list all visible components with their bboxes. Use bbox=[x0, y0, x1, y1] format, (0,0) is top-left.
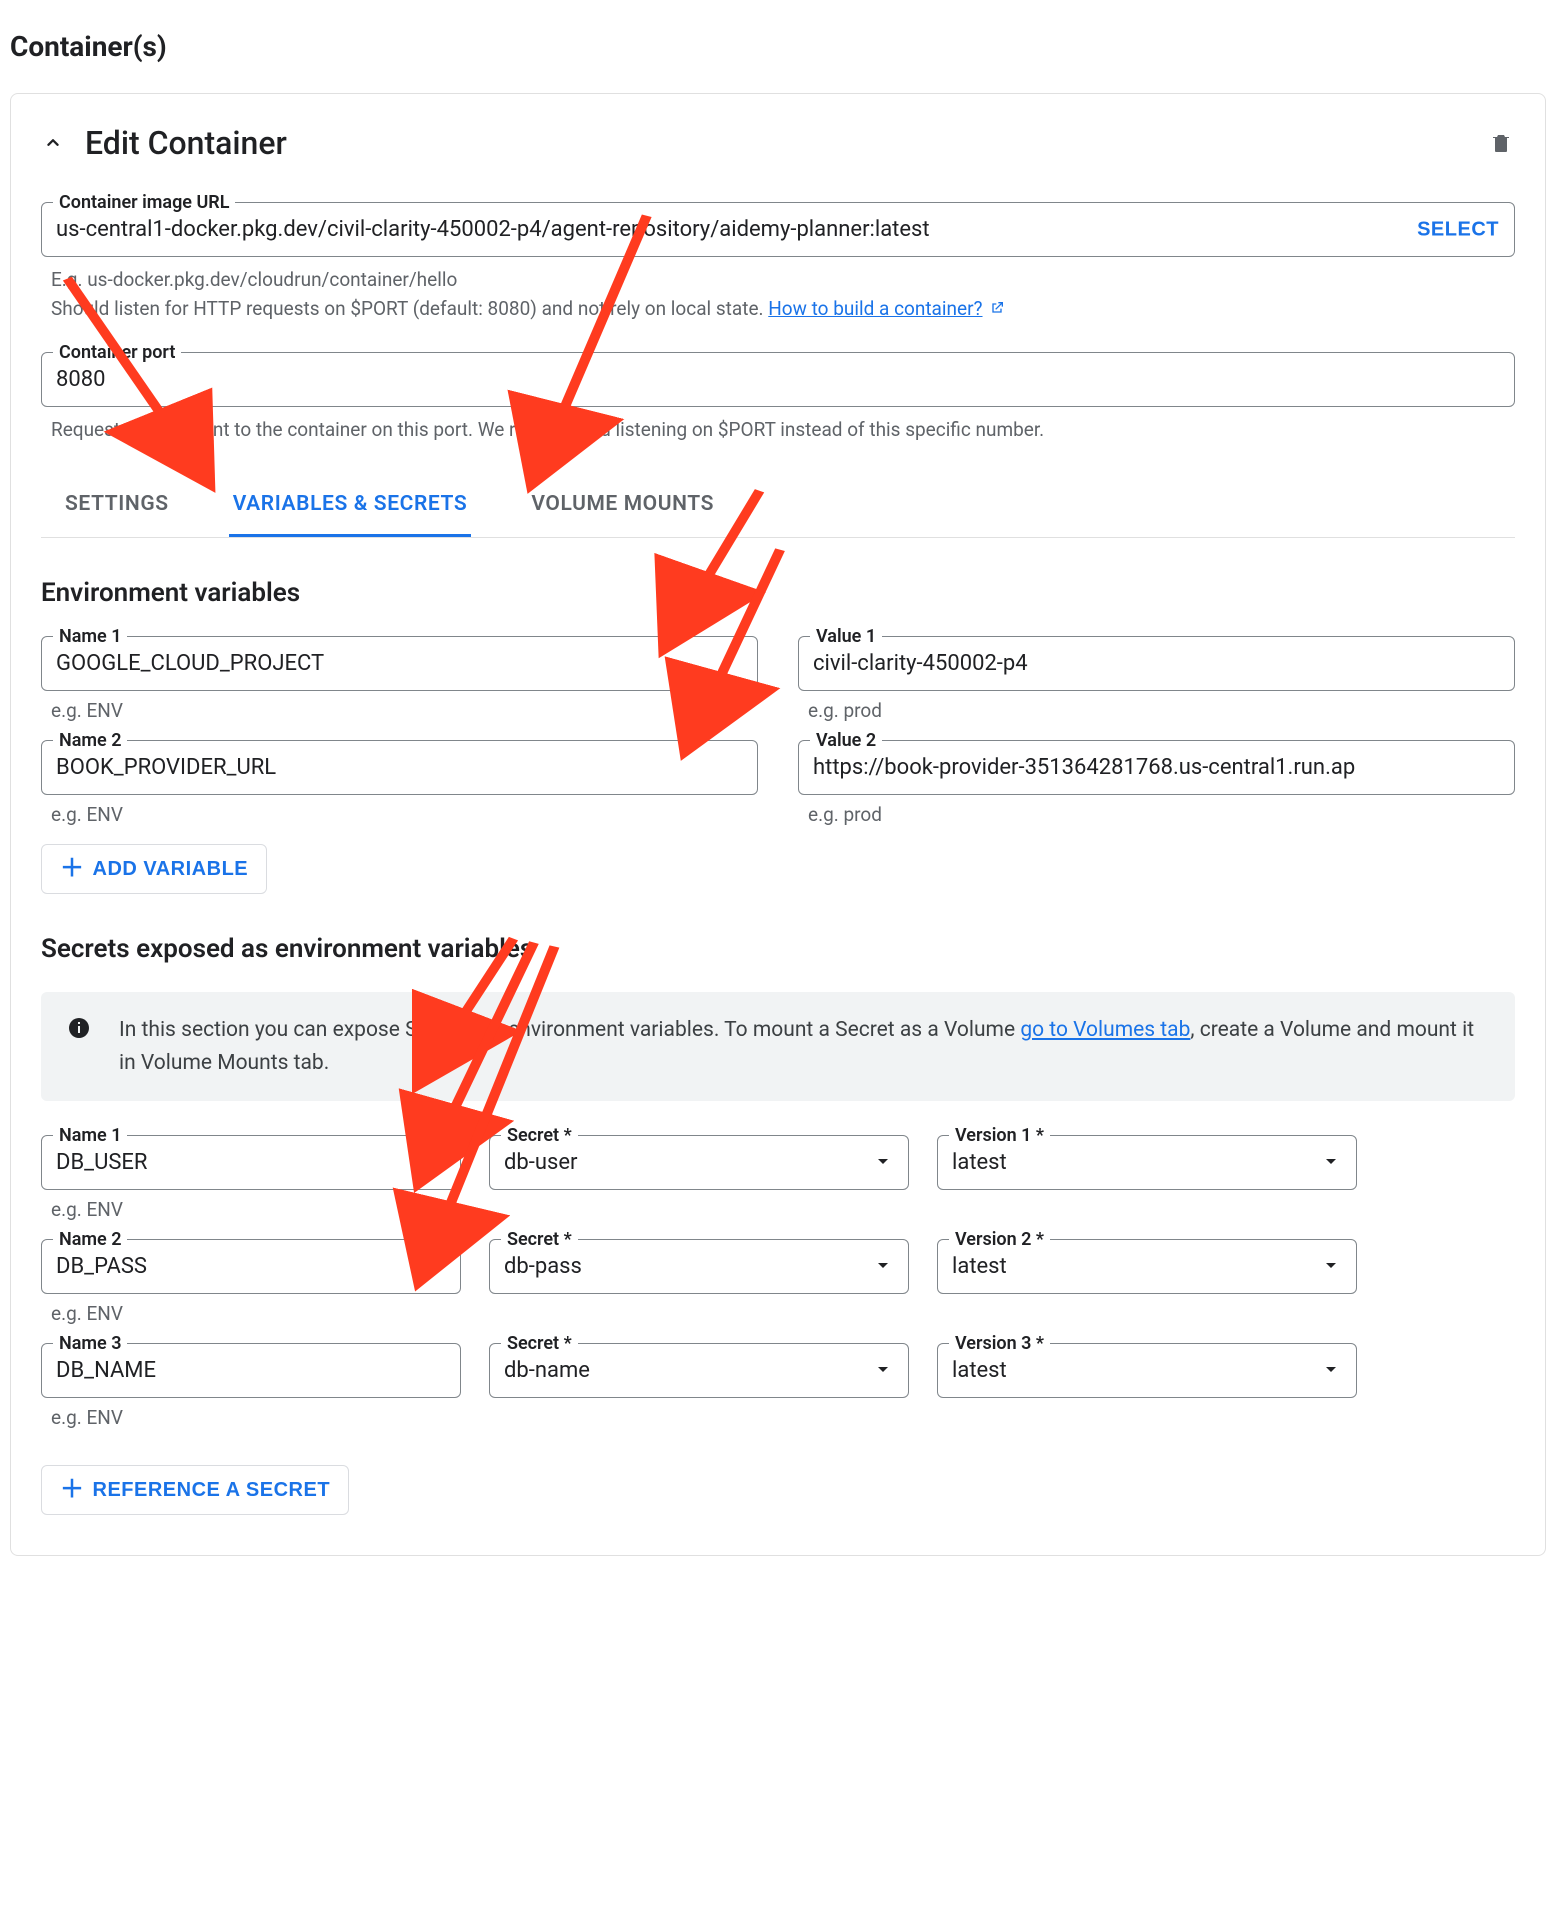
container-image-field: Container image URL SELECT bbox=[41, 202, 1515, 257]
field-hint: e.g. prod bbox=[808, 699, 1515, 722]
volumes-tab-link[interactable]: go to Volumes tab bbox=[1020, 1018, 1190, 1042]
env-row: Name 1 e.g. ENV Value 1 e.g. prod bbox=[41, 636, 1515, 740]
field-label: Secret * bbox=[501, 1125, 578, 1146]
field-label: Name 2 bbox=[53, 730, 127, 751]
env-vars-heading: Environment variables bbox=[41, 578, 1515, 608]
field-label: Version 3 * bbox=[949, 1333, 1050, 1354]
how-to-build-link[interactable]: How to build a container? bbox=[768, 297, 982, 320]
helper-text: E.g. us-docker.pkg.dev/cloudrun/containe… bbox=[51, 265, 1515, 324]
env-row: Name 2 e.g. ENV Value 2 e.g. prod bbox=[41, 740, 1515, 844]
secret-row: Name 2 e.g. ENV Secret * Version 2 * bbox=[41, 1239, 1515, 1343]
env-value-input[interactable] bbox=[798, 740, 1515, 795]
secrets-info-banner: In this section you can expose Secrets a… bbox=[41, 992, 1515, 1101]
env-name-input[interactable] bbox=[41, 636, 758, 691]
field-label: Name 2 bbox=[53, 1229, 127, 1250]
select-image-button[interactable]: SELECT bbox=[1417, 218, 1499, 241]
tab-volume-mounts[interactable]: VOLUME MOUNTS bbox=[527, 474, 718, 537]
plus-icon: ＋ bbox=[60, 1478, 85, 1502]
field-label: Version 2 * bbox=[949, 1229, 1050, 1250]
edit-container-card: Edit Container Container image URL SELEC… bbox=[10, 93, 1546, 1556]
secrets-heading: Secrets exposed as environment variables bbox=[41, 934, 1515, 964]
field-hint: e.g. ENV bbox=[51, 803, 758, 826]
field-hint: e.g. ENV bbox=[51, 699, 758, 722]
plus-icon: ＋ bbox=[60, 857, 85, 881]
secret-row: Name 3 e.g. ENV Secret * Version 3 * bbox=[41, 1343, 1515, 1447]
tab-settings[interactable]: SETTINGS bbox=[61, 474, 173, 537]
field-label: Version 1 * bbox=[949, 1125, 1050, 1146]
env-name-input[interactable] bbox=[41, 740, 758, 795]
card-title: Edit Container bbox=[85, 124, 287, 162]
chevron-up-icon[interactable] bbox=[41, 131, 65, 155]
env-value-input[interactable] bbox=[798, 636, 1515, 691]
container-port-field: Container port bbox=[41, 352, 1515, 407]
external-link-icon bbox=[989, 295, 1005, 311]
container-image-input[interactable] bbox=[41, 202, 1515, 257]
field-label: Container image URL bbox=[53, 192, 235, 213]
field-hint: e.g. ENV bbox=[51, 1302, 461, 1325]
container-port-input[interactable] bbox=[41, 352, 1515, 407]
delete-icon[interactable] bbox=[1487, 129, 1515, 157]
field-label: Name 3 bbox=[53, 1333, 127, 1354]
field-hint: e.g. ENV bbox=[51, 1406, 461, 1429]
field-hint: e.g. ENV bbox=[51, 1198, 461, 1221]
container-tabs: SETTINGS VARIABLES & SECRETS VOLUME MOUN… bbox=[41, 474, 1515, 538]
helper-text: Requests will be sent to the container o… bbox=[51, 415, 1515, 444]
tab-variables-secrets[interactable]: VARIABLES & SECRETS bbox=[229, 474, 472, 537]
add-variable-button[interactable]: ＋ ADD VARIABLE bbox=[41, 844, 267, 894]
field-label: Secret * bbox=[501, 1229, 578, 1250]
field-label: Name 1 bbox=[53, 1125, 127, 1146]
field-label: Value 1 bbox=[810, 626, 882, 647]
field-label: Name 1 bbox=[53, 626, 127, 647]
page-title: Container(s) bbox=[10, 30, 1546, 63]
field-hint: e.g. prod bbox=[808, 803, 1515, 826]
info-icon bbox=[67, 1016, 91, 1040]
field-label: Secret * bbox=[501, 1333, 578, 1354]
field-label: Container port bbox=[53, 342, 181, 363]
secret-row: Name 1 e.g. ENV Secret * Version 1 * bbox=[41, 1135, 1515, 1239]
reference-secret-button[interactable]: ＋ REFERENCE A SECRET bbox=[41, 1465, 349, 1515]
field-label: Value 2 bbox=[810, 730, 882, 751]
